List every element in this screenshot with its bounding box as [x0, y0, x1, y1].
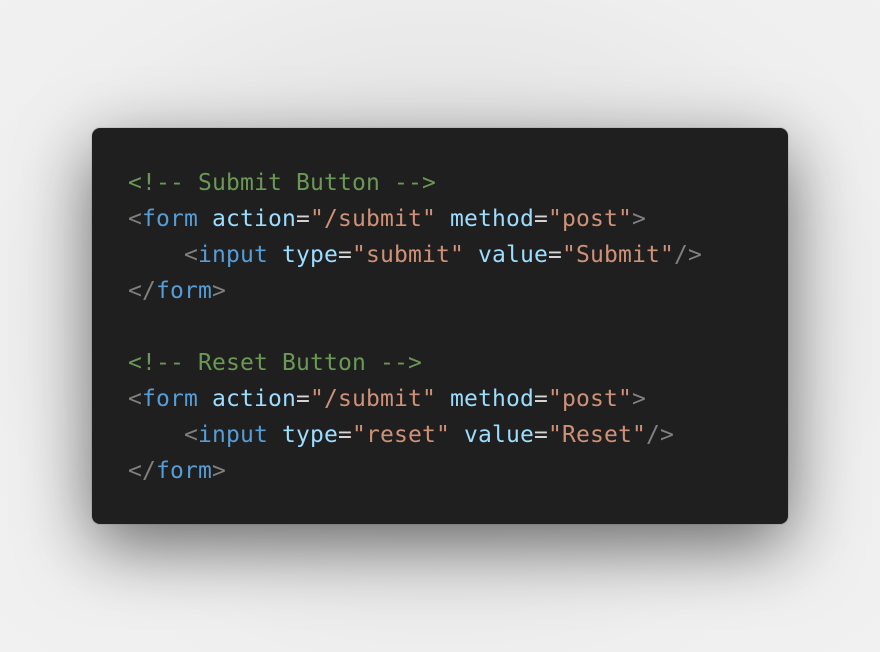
code-line: <!-- Reset Button --> — [128, 345, 788, 381]
code-punctuation: > — [631, 386, 646, 412]
code-comment: <!-- Submit Button --> — [128, 170, 436, 196]
code-punctuation: > — [631, 206, 646, 232]
code-punctuation: > — [212, 278, 226, 304]
code-attribute-name: type — [282, 422, 338, 448]
code-punctuation: < — [184, 422, 198, 448]
code-string-value: "post" — [547, 386, 632, 412]
code-tag-name: input — [198, 242, 268, 268]
code-line: <form action="/submit" method="post"> — [128, 201, 788, 237]
code-tag-name: form — [142, 386, 198, 412]
code-equals-sign: = — [338, 242, 352, 268]
code-string-value: "Reset" — [547, 422, 646, 448]
code-punctuation: /> — [673, 242, 702, 268]
code-line: <form action="/submit" method="post"> — [128, 381, 788, 417]
code-string-value: "Submit" — [561, 242, 674, 268]
code-block: <!-- Submit Button --> <form action="/sub… — [128, 165, 788, 489]
code-string-value: "reset" — [352, 422, 450, 448]
code-tag-name: form — [156, 458, 212, 484]
code-line: <input type="reset" value="Reset"/> — [128, 417, 788, 453]
code-punctuation: < — [184, 242, 198, 268]
code-string-value: "post" — [547, 206, 632, 232]
code-string-value: "submit" — [352, 242, 464, 268]
code-line: </form> — [128, 273, 788, 309]
code-equals-sign: = — [295, 386, 310, 412]
code-punctuation: < — [128, 386, 142, 412]
code-attribute-name: value — [477, 242, 548, 268]
code-comment: <!-- Reset Button --> — [128, 350, 422, 376]
code-equals-sign: = — [547, 242, 562, 268]
code-tag-name: input — [198, 422, 268, 448]
code-equals-sign: = — [533, 386, 548, 412]
code-punctuation: > — [212, 458, 226, 484]
code-tag-name: form — [156, 278, 212, 304]
code-string-value: "/submit" — [309, 206, 436, 232]
code-punctuation: </ — [128, 458, 156, 484]
code-line: </form> — [128, 453, 788, 489]
code-equals-sign: = — [295, 206, 310, 232]
code-attribute-name: action — [212, 386, 296, 412]
code-attribute-name: value — [463, 422, 534, 448]
code-equals-sign: = — [533, 206, 548, 232]
code-punctuation: /> — [645, 422, 674, 448]
code-snippet-window: <!-- Submit Button --> <form action="/sub… — [92, 128, 788, 524]
code-string-value: "/submit" — [309, 386, 436, 412]
code-line: <!-- Submit Button --> — [128, 165, 788, 201]
code-equals-sign: = — [533, 422, 548, 448]
code-attribute-name: type — [282, 242, 338, 268]
code-attribute-name: method — [449, 386, 534, 412]
code-punctuation: </ — [128, 278, 156, 304]
code-line: <input type="submit" value="Submit"/> — [128, 237, 788, 273]
code-equals-sign: = — [338, 422, 352, 448]
code-punctuation: < — [128, 206, 142, 232]
code-attribute-name: action — [212, 206, 296, 232]
code-attribute-name: method — [449, 206, 534, 232]
code-tag-name: form — [142, 206, 198, 232]
